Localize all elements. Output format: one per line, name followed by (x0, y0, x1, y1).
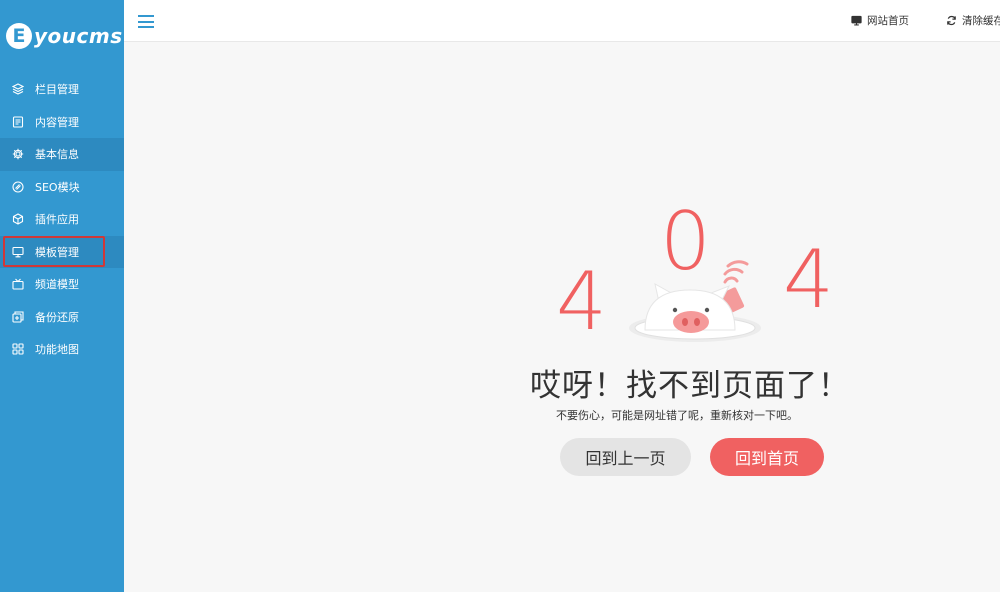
home-button[interactable]: 回到首页 (710, 438, 824, 476)
back-button[interactable]: 回到上一页 (560, 438, 691, 476)
cube-icon (12, 213, 24, 225)
sidebar-item-function-map[interactable]: 功能地图 (0, 333, 124, 366)
sidebar-item-template-management[interactable]: 模板管理 (0, 235, 124, 268)
error-subtitle: 不要伤心，可能是网址错了呢，重新核对一下吧。 (556, 409, 798, 422)
grid-icon (12, 343, 24, 355)
sidebar-nav: 栏目管理 内容管理 基本信息 SEO模块 插件应用 模板管理 频道模型 备份还原… (0, 73, 124, 366)
menu-toggle-icon[interactable] (138, 15, 154, 28)
digit-four-right: 4 (783, 233, 834, 326)
gear-icon (12, 148, 24, 160)
layers-icon (12, 83, 24, 95)
site-home-link[interactable]: 网站首页 (851, 13, 909, 28)
sidebar-item-seo[interactable]: SEO模块 (0, 171, 124, 204)
sidebar-item-label: 基本信息 (35, 148, 79, 162)
top-bar: 网站首页 清除缓存 (124, 0, 1000, 42)
sidebar-item-basic-info[interactable]: 基本信息 (0, 138, 124, 171)
sidebar-item-label: 功能地图 (35, 343, 79, 357)
sidebar-item-label: 内容管理 (35, 115, 79, 129)
digit-four-left: 4 (556, 255, 607, 348)
error-title: 哎呀！找不到页面了！ (530, 368, 850, 404)
sidebar-item-plugins[interactable]: 插件应用 (0, 203, 124, 236)
sidebar-item-channel-model[interactable]: 频道模型 (0, 268, 124, 301)
logo-badge: E (6, 23, 32, 49)
sidebar-item-label: 频道模型 (35, 278, 79, 292)
sidebar-item-backup-restore[interactable]: 备份还原 (0, 301, 124, 334)
monitor-icon (12, 246, 24, 258)
sidebar-item-label: 插件应用 (35, 213, 79, 227)
seo-icon (12, 181, 24, 193)
sidebar-item-label: 备份还原 (35, 310, 79, 324)
tv-icon (12, 278, 24, 290)
monitor-icon (851, 15, 862, 26)
clear-cache-label: 清除缓存 (962, 15, 1000, 27)
site-home-label: 网站首页 (867, 15, 909, 27)
refresh-icon (947, 15, 956, 26)
sidebar-item-label: 模板管理 (35, 245, 79, 259)
logo-text: youcms (34, 24, 123, 48)
sidebar: E youcms 栏目管理 内容管理 基本信息 SEO模块 插件应用 模板管理 … (0, 0, 124, 592)
sidebar-item-content-management[interactable]: 内容管理 (0, 106, 124, 139)
document-icon (12, 116, 24, 128)
sidebar-item-label: 栏目管理 (35, 83, 79, 97)
error-illustration: 4 0 4 (540, 200, 840, 350)
clear-cache-link[interactable]: 清除缓存 (946, 13, 1000, 28)
sidebar-item-column-management[interactable]: 栏目管理 (0, 73, 124, 106)
backup-icon (12, 311, 24, 323)
pig-icon (629, 260, 761, 342)
sidebar-item-label: SEO模块 (35, 180, 80, 194)
logo[interactable]: E youcms (6, 18, 123, 54)
